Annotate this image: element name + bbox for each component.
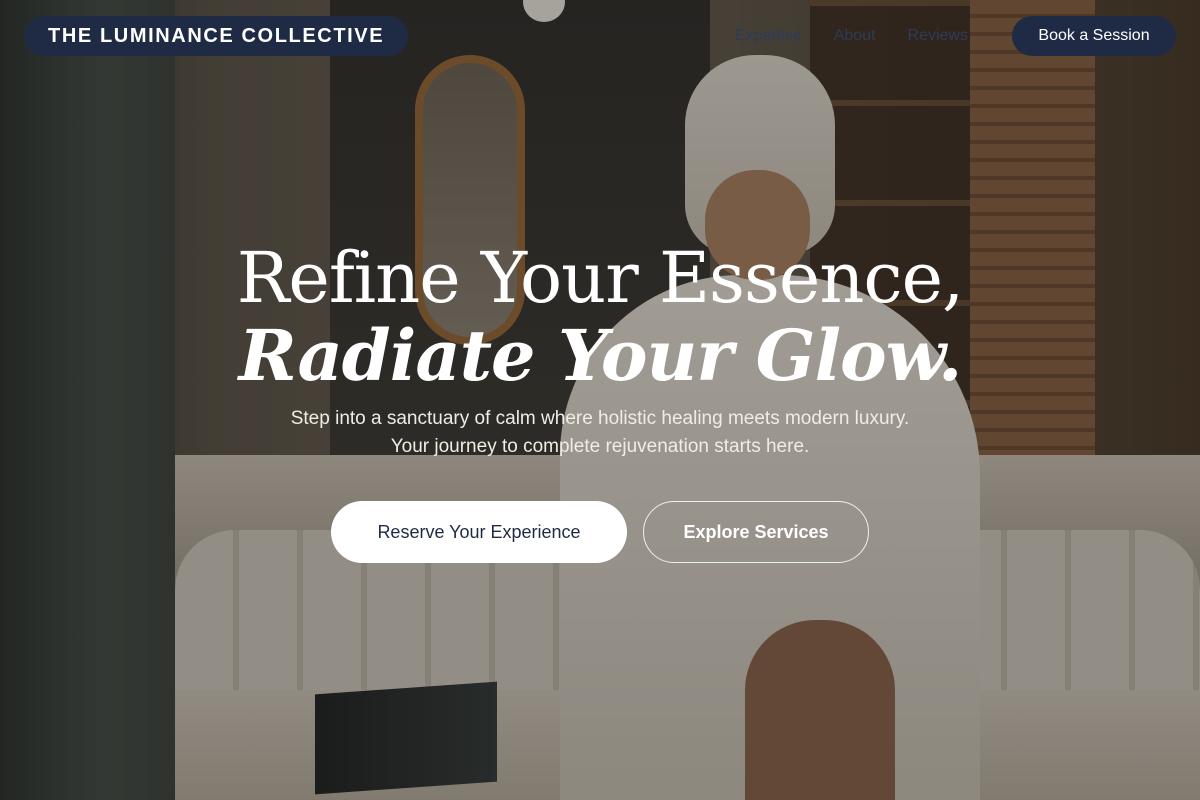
main-nav: Expertise About Reviews — [735, 25, 968, 47]
hero-section: THE LUMINANCE COLLECTIVE Expertise About… — [0, 0, 1200, 800]
nav-link-about[interactable]: About — [834, 25, 876, 47]
explore-services-button[interactable]: Explore Services — [643, 501, 869, 563]
brand-logo[interactable]: THE LUMINANCE COLLECTIVE — [24, 16, 409, 56]
hero-headline-line2: Radiate Your Glow. — [238, 314, 963, 397]
reserve-experience-button[interactable]: Reserve Your Experience — [331, 501, 627, 563]
hero-headline-line1: Refine Your Essence, — [236, 237, 965, 319]
hero-subtext: Step into a sanctuary of calm where holi… — [290, 408, 910, 457]
nav-link-expertise[interactable]: Expertise — [735, 25, 802, 47]
hero-dark-overlay — [0, 0, 1200, 800]
book-session-button[interactable]: Book a Session — [1012, 16, 1176, 56]
hero-headline: Refine Your Essence, Radiate Your Glow. — [0, 238, 1200, 394]
nav-link-reviews[interactable]: Reviews — [908, 25, 968, 47]
